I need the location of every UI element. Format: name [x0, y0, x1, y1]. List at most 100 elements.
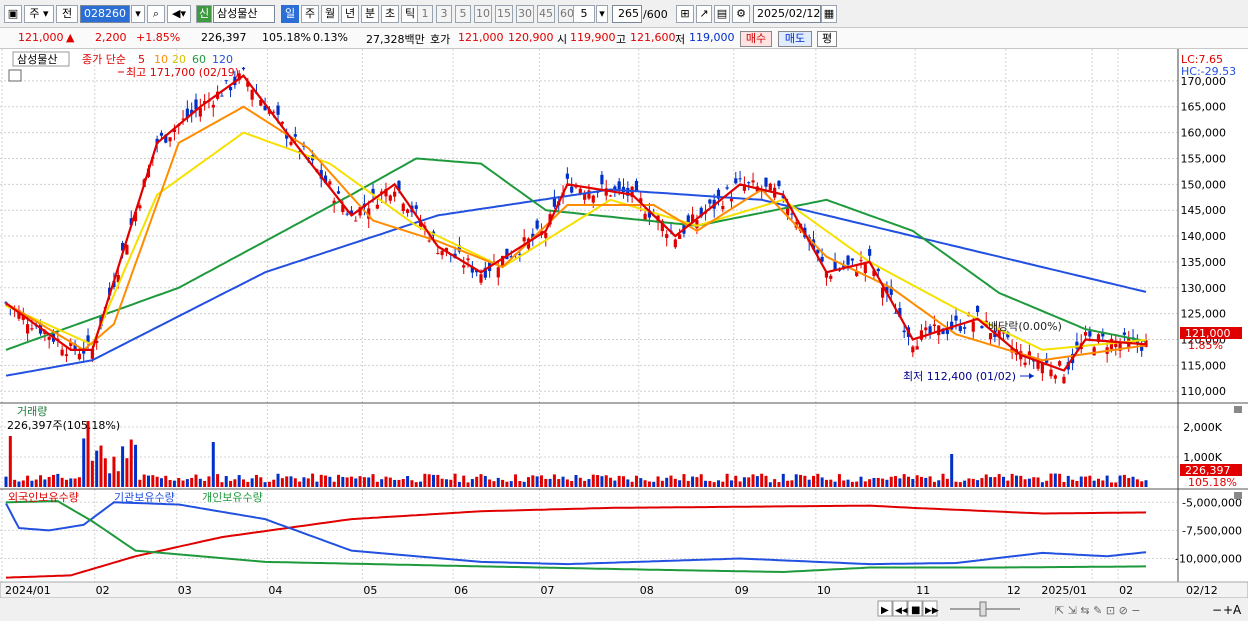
- draw-tool-icon[interactable]: ↗: [696, 5, 712, 23]
- volume-bar: [1023, 479, 1027, 487]
- stop-icon[interactable]: ■: [911, 605, 920, 616]
- volume-bar: [1135, 479, 1139, 487]
- interval-button-1[interactable]: 1: [417, 5, 433, 23]
- volume-bar: [466, 482, 470, 487]
- volume-bar: [116, 471, 120, 487]
- scroll-begin-icon[interactable]: ◀◀: [895, 606, 909, 616]
- ask-price: 121,000: [458, 31, 504, 44]
- volume-bar: [151, 475, 155, 487]
- volume-bar: [1131, 476, 1135, 487]
- holder-panel-close-icon[interactable]: [1234, 492, 1242, 499]
- volume-bar: [928, 476, 932, 487]
- sell-button[interactable]: 매도: [778, 31, 812, 47]
- interval-button-10[interactable]: 10: [474, 5, 492, 23]
- chart-type-icon[interactable]: ⊞: [676, 5, 694, 23]
- zoom-out-icon[interactable]: −: [1212, 603, 1222, 617]
- volume-bar: [881, 478, 885, 487]
- evaluate-button[interactable]: 평: [817, 31, 837, 47]
- volume-bar: [574, 474, 578, 487]
- volume-bar: [410, 480, 414, 487]
- buy-button[interactable]: 매수: [740, 31, 772, 47]
- period-select[interactable]: 주 ▾: [24, 5, 54, 23]
- foreign-holding-legend: 외국인보유수량: [8, 491, 79, 504]
- period-tab-1[interactable]: 주: [301, 5, 319, 23]
- search-icon[interactable]: ⌕: [147, 5, 165, 23]
- volume-bar: [108, 473, 112, 487]
- interval-button-5[interactable]: 5: [455, 5, 471, 23]
- stock-name-field[interactable]: 삼성물산: [213, 5, 275, 23]
- zoom-slider-handle[interactable]: [979, 601, 987, 617]
- x-tick-label: 08: [640, 584, 654, 597]
- volume-bar: [907, 476, 910, 487]
- window-icon[interactable]: ▣: [4, 5, 22, 23]
- price-tick-label: 145,000: [1181, 204, 1227, 217]
- chart-tools-icons[interactable]: ⇱ ⇲ ⇆ ✎ ⊡ ⊘ −: [1055, 604, 1141, 617]
- period-tab-4[interactable]: 분: [361, 5, 379, 23]
- settings-icon[interactable]: ⚙: [732, 5, 750, 23]
- volume-bar: [315, 481, 319, 487]
- volume-bar: [99, 445, 103, 487]
- price-tick-label: 165,000: [1181, 101, 1227, 114]
- volume-bar: [725, 473, 729, 487]
- tick-count-field[interactable]: 5: [573, 5, 595, 23]
- candle-body: [354, 220, 358, 222]
- volume-bar: [712, 482, 716, 487]
- ma60-legend: 60: [192, 53, 206, 66]
- font-size-icon[interactable]: A: [1233, 603, 1242, 617]
- period-tab-0[interactable]: 일: [281, 5, 299, 23]
- volume-bar: [457, 481, 461, 487]
- candle-body: [734, 178, 738, 184]
- volume-bar: [198, 478, 202, 487]
- volume-bar: [630, 481, 634, 487]
- interval-button-15[interactable]: 15: [495, 5, 513, 23]
- period-tab-2[interactable]: 월: [321, 5, 339, 23]
- volume-bar: [4, 476, 8, 487]
- calendar-icon[interactable]: ▦: [821, 5, 837, 23]
- scroll-right-icon[interactable]: ▶: [881, 605, 889, 616]
- period-tab-5[interactable]: 초: [381, 5, 399, 23]
- tick-dropdown-icon[interactable]: ▾: [596, 5, 608, 23]
- volume-bar: [1058, 473, 1062, 487]
- volume-bar: [863, 481, 867, 487]
- candle-body: [211, 104, 215, 108]
- candle-body: [496, 267, 500, 278]
- candle-body: [466, 258, 470, 261]
- volume-bar: [1049, 473, 1053, 487]
- candle-body: [747, 182, 751, 184]
- volume-bar: [1118, 475, 1122, 487]
- zoom-in-icon[interactable]: +: [1223, 603, 1233, 617]
- volume-bar: [414, 482, 418, 487]
- x-tick-label: 09: [735, 584, 749, 597]
- volume-bar: [324, 475, 328, 487]
- volume-bar: [682, 474, 686, 487]
- volume-bar: [747, 477, 751, 487]
- save-icon[interactable]: ▤: [714, 5, 730, 23]
- volume-bar: [807, 479, 811, 487]
- market-select[interactable]: 전: [56, 5, 78, 23]
- volume-bar: [95, 450, 99, 487]
- volume-bar: [570, 480, 574, 487]
- volume-bar: [919, 476, 923, 487]
- volume-bar: [1071, 479, 1075, 487]
- holder-tick-label: -5,000,000: [1182, 496, 1242, 509]
- low-price: 119,000: [689, 31, 735, 44]
- period-tab-3[interactable]: 년: [341, 5, 359, 23]
- interval-button-30[interactable]: 30: [516, 5, 534, 23]
- interval-button-3[interactable]: 3: [436, 5, 452, 23]
- stock-code-input[interactable]: 028260: [80, 5, 130, 23]
- price-tick-label: 155,000: [1181, 152, 1227, 165]
- scroll-end-icon[interactable]: ▶▶: [925, 606, 939, 616]
- range-input[interactable]: 265: [612, 5, 642, 23]
- panel-menu-icon[interactable]: [8, 69, 22, 82]
- volume-bar: [790, 480, 794, 487]
- date-input[interactable]: 2025/02/12: [753, 5, 821, 23]
- candle-body: [764, 177, 768, 187]
- ma20-legend: 20: [172, 53, 186, 66]
- code-dropdown-icon[interactable]: ▾: [131, 5, 145, 23]
- sound-icon[interactable]: ◀▾: [167, 5, 191, 23]
- volume-bar: [1006, 480, 1010, 487]
- interval-button-45[interactable]: 45: [537, 5, 555, 23]
- candle-body: [393, 191, 397, 197]
- volume-panel-close-icon[interactable]: [1234, 406, 1242, 413]
- volume-bar: [90, 460, 94, 487]
